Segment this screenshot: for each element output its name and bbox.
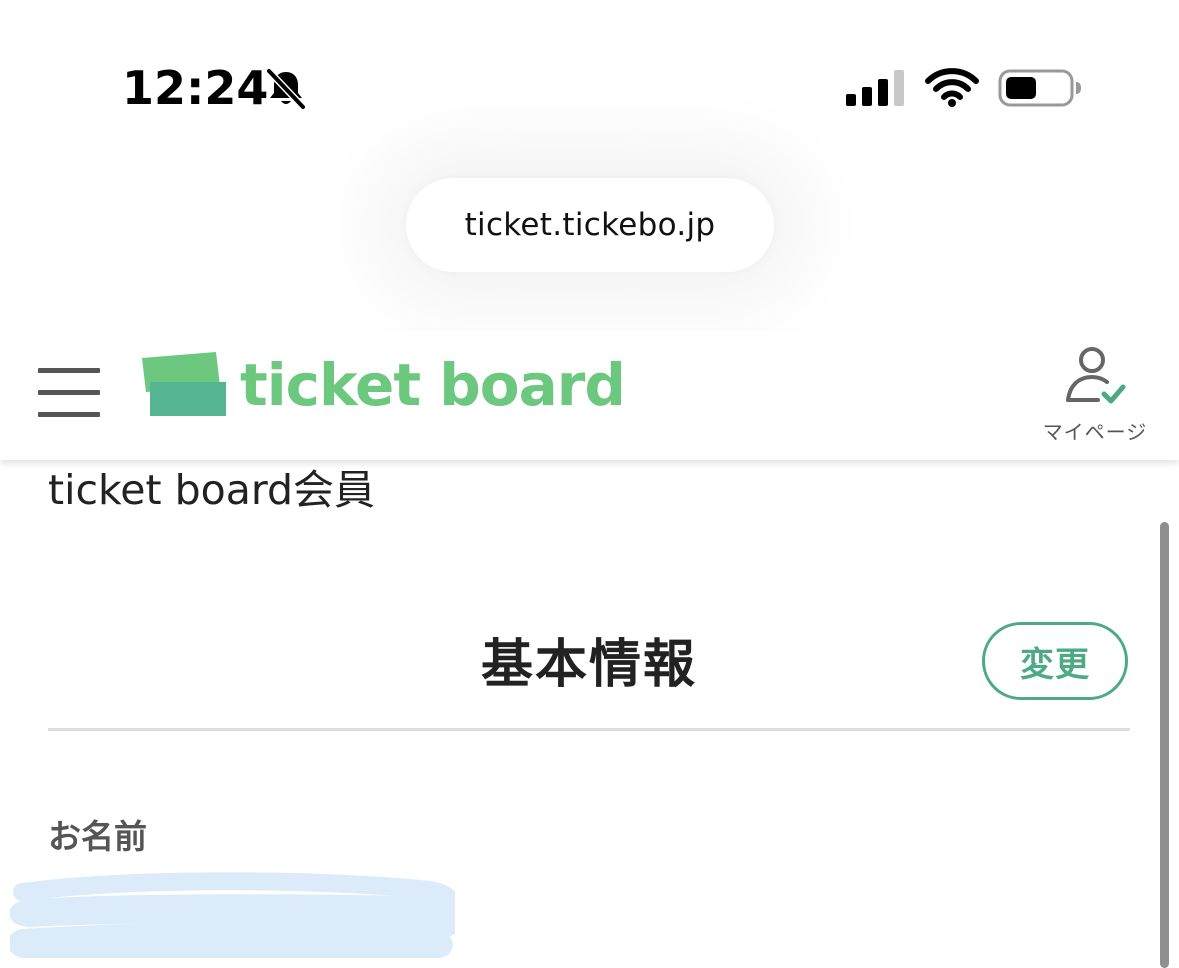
membership-title: ticket board会員: [48, 466, 376, 514]
mypage-label: マイページ: [1042, 420, 1148, 444]
user-check-icon: [1066, 347, 1126, 404]
wifi-icon: [925, 68, 979, 107]
bell-slash-icon: [265, 67, 307, 110]
status-bar: 12:24: [0, 0, 1179, 150]
site-header: ticket board マイページ: [0, 330, 1179, 460]
logo-text: ticket board: [240, 351, 626, 419]
ticket-logo-icon: [142, 352, 226, 416]
page-scrollbar[interactable]: [1160, 522, 1169, 968]
name-field-label: お名前: [48, 817, 147, 856]
redacted-name-value: [10, 872, 455, 958]
section-divider: [48, 728, 1130, 731]
hamburger-menu-icon[interactable]: [38, 366, 100, 418]
status-time: 12:24: [122, 61, 269, 115]
change-button[interactable]: 変更: [982, 622, 1128, 700]
mypage-button[interactable]: マイページ: [1040, 340, 1150, 450]
section-title: 基本情報: [480, 635, 697, 695]
site-logo[interactable]: ticket board: [140, 351, 626, 422]
cellular-signal-icon: [846, 70, 904, 106]
url-text: ticket.tickebo.jp: [464, 207, 716, 243]
url-bar[interactable]: ticket.tickebo.jp: [406, 178, 774, 272]
battery-icon: [998, 69, 1081, 107]
page: 12:24 ticket.tickebo.jp ticket board マイペ…: [0, 0, 1179, 968]
